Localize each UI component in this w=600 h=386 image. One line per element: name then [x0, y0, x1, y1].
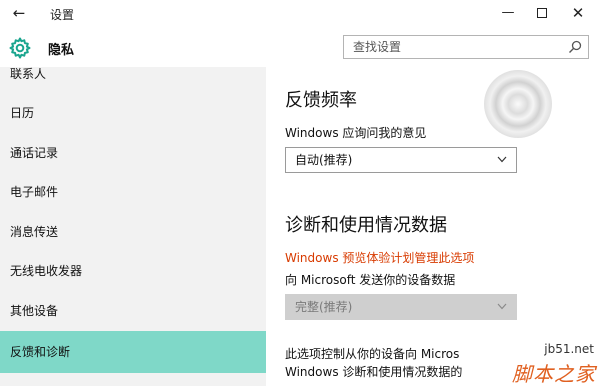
close-button[interactable]: ✕	[563, 2, 593, 24]
watermark-text: 脚本之家	[512, 362, 596, 386]
diagnostics-prompt-label: 向 Microsoft 发送你的设备数据	[285, 273, 456, 287]
title-bar: ← 设置 — ✕	[0, 0, 600, 27]
maximize-icon	[537, 7, 547, 18]
search-icon[interactable]	[567, 39, 583, 55]
watermark-url: jb51.net	[544, 342, 594, 356]
diagnostics-heading: 诊断和使用情况数据	[285, 215, 447, 236]
chevron-down-icon	[497, 156, 507, 163]
sidebar-item-calendar[interactable]: 日历	[0, 93, 266, 133]
sidebar-item-radios[interactable]: 无线电收发器	[0, 251, 266, 291]
search-input[interactable]	[344, 36, 554, 58]
minimize-button[interactable]: —	[493, 2, 523, 24]
sidebar-item-feedback-diagnostics[interactable]: 反馈和诊断	[0, 331, 266, 373]
window-title: 设置	[50, 8, 75, 22]
back-button[interactable]: ←	[7, 4, 31, 22]
main-content: 反馈频率 Windows 应询问我的意见 自动(推荐) 诊断和使用情况数据 Wi…	[266, 67, 600, 386]
diagnostics-data-select: 完整(推荐)	[285, 294, 517, 320]
diagnostics-description-line1: 此选项控制从你的设备向 Micros	[285, 347, 460, 361]
insider-managed-notice: Windows 预览体验计划管理此选项	[285, 251, 475, 265]
sidebar-item-email[interactable]: 电子邮件	[0, 172, 266, 212]
feedback-prompt-label: Windows 应询问我的意见	[285, 126, 427, 140]
sidebar-item-contacts[interactable]: 联系人	[0, 67, 266, 94]
sidebar: 联系人 日历 通话记录 电子邮件 消息传送 无线电收发器 其他设备 反馈和诊断	[0, 67, 266, 386]
settings-header: 隐私	[0, 27, 600, 67]
diagnostics-description-line2: Windows 诊断和使用情况数据的	[285, 365, 463, 379]
page-title: 隐私	[48, 43, 75, 58]
maximize-button[interactable]	[527, 2, 557, 24]
feedback-frequency-select[interactable]: 自动(推荐)	[285, 147, 517, 173]
watermark: jb51.net 脚本之家	[500, 340, 600, 386]
sidebar-item-call-history[interactable]: 通话记录	[0, 133, 266, 173]
sidebar-item-messaging[interactable]: 消息传送	[0, 212, 266, 252]
feedback-frequency-value: 自动(推荐)	[295, 153, 353, 167]
chevron-down-icon	[497, 303, 507, 310]
search-box[interactable]	[343, 35, 589, 59]
sidebar-item-other-devices[interactable]: 其他设备	[0, 291, 266, 331]
feedback-frequency-heading: 反馈频率	[285, 90, 357, 111]
diagnostics-data-value: 完整(推荐)	[295, 300, 353, 314]
gear-icon	[9, 37, 31, 59]
decorative-image	[484, 70, 552, 138]
